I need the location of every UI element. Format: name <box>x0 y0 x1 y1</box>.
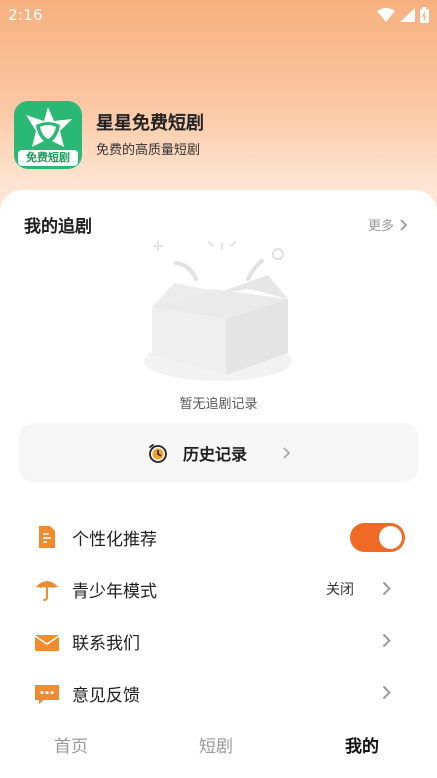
status-bar: 2:16 <box>0 0 437 30</box>
watchlist-title: 我的追剧 <box>24 217 92 237</box>
app-logo-tag: 免费短剧 <box>18 150 78 166</box>
chevron-right-icon <box>283 446 290 459</box>
empty-box-illustration <box>144 241 292 381</box>
wifi-icon <box>377 8 395 22</box>
menu-label-teen-mode: 青少年模式 <box>72 581 157 602</box>
status-time: 2:16 <box>8 6 43 24</box>
toggle-knob <box>379 526 402 549</box>
chat-icon <box>35 685 59 704</box>
watchlist-header: 我的追剧 更多 <box>24 212 407 237</box>
umbrella-icon <box>35 581 59 601</box>
chevron-right-icon <box>382 581 391 596</box>
menu-item-feedback[interactable]: 意见反馈 <box>0 671 437 715</box>
app-description: 免费的高质量短剧 <box>96 143 201 158</box>
app-info: 星星免费短剧 免费的高质量短剧 <box>96 112 204 158</box>
chevron-right-icon <box>382 633 391 648</box>
history-button[interactable]: 历史记录 <box>19 423 418 482</box>
app-header: 免费短剧 星星免费短剧 免费的高质量短剧 <box>14 101 204 169</box>
tab-mine[interactable]: 我的 <box>345 732 379 757</box>
battery-icon <box>420 7 429 23</box>
tab-home[interactable]: 首页 <box>54 732 88 757</box>
watchlist-more-link[interactable]: 更多 <box>368 215 407 234</box>
app-logo: 免费短剧 <box>14 101 82 169</box>
clock-icon <box>149 443 167 463</box>
chevron-right-icon <box>382 685 391 700</box>
menu-label-contact: 联系我们 <box>72 633 140 654</box>
chevron-right-icon <box>400 218 407 231</box>
document-icon <box>39 526 55 548</box>
menu-label-personalized: 个性化推荐 <box>72 529 157 550</box>
more-label: 更多 <box>367 219 394 234</box>
bottom-tab-bar: 首页 短剧 我的 <box>0 723 437 778</box>
history-label: 历史记录 <box>182 444 247 464</box>
empty-watchlist-text: 暂无追剧记录 <box>179 397 258 412</box>
menu-label-feedback: 意见反馈 <box>72 685 140 706</box>
personalized-toggle[interactable] <box>350 523 405 552</box>
mail-icon <box>34 635 60 651</box>
menu-item-contact[interactable]: 联系我们 <box>0 619 437 663</box>
status-icons <box>377 7 429 23</box>
menu-item-personalized[interactable]: 个性化推荐 <box>0 515 437 559</box>
app-name: 星星免费短剧 <box>96 113 204 134</box>
teen-mode-status: 关闭 <box>326 582 354 598</box>
cellular-signal-icon <box>400 8 415 22</box>
tab-short-drama[interactable]: 短剧 <box>199 732 233 757</box>
menu-item-teen-mode[interactable]: 青少年模式 关闭 <box>0 567 437 611</box>
